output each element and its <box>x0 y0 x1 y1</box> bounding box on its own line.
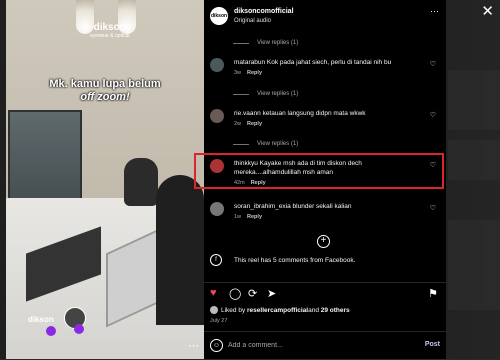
comment-body: blunder sekali kalian <box>292 203 352 210</box>
view-replies-label[interactable]: View replies (1) <box>257 40 298 46</box>
reel-video[interactable]: dikson eyewear & optical Mk. kamu lupa b… <box>6 0 204 359</box>
likes-prefix: Liked by <box>221 306 246 314</box>
facebook-comments-note: f This reel has 5 comments from Facebook. <box>210 254 355 266</box>
emoji-icon[interactable]: ☺ <box>210 339 223 352</box>
collab-badge-icon <box>74 324 84 334</box>
video-brand-bottom: dikson <box>28 315 54 324</box>
commenter-avatar[interactable] <box>210 58 224 72</box>
save-icon[interactable]: ⚑ <box>428 287 438 300</box>
view-replies-label[interactable]: View replies (1) <box>257 91 298 97</box>
audio-label[interactable]: Original audio <box>234 18 271 24</box>
reply-button[interactable]: Reply <box>247 121 262 127</box>
comment-text: rie.vaann ketauan langsung didpn mata wk… <box>234 109 424 118</box>
view-replies[interactable]: View replies (1) <box>233 141 298 147</box>
facebook-icon: f <box>210 254 222 266</box>
comment-meta: 3w Reply <box>234 70 262 76</box>
action-bar: ♥ ◯ ⟳ ➤ ⚑ <box>204 282 446 303</box>
like-icon[interactable]: ♥ <box>210 287 217 299</box>
close-icon[interactable]: ✕ <box>481 4 494 19</box>
load-more-comments-icon[interactable]: + <box>317 235 330 248</box>
brand-subtext: eyewear & optical <box>90 33 130 39</box>
reply-button[interactable]: Reply <box>247 214 262 220</box>
post-date: July 27 <box>210 318 228 324</box>
like-comment-icon[interactable]: ♡ <box>430 111 436 119</box>
highlight-box <box>194 153 444 189</box>
reply-button[interactable]: Reply <box>247 70 262 76</box>
repost-icon[interactable]: ⟳ <box>248 287 257 300</box>
post-comment-button[interactable]: Post <box>425 341 440 348</box>
comment-text: soran_ibrahim_exia blunder sekali kalian <box>234 202 424 211</box>
facebook-note-text: This reel has 5 comments from Facebook. <box>234 256 356 264</box>
caption-line: Mk. kamu lupa belum <box>49 78 161 90</box>
brand-text: dikson <box>93 22 126 33</box>
divider <box>233 143 249 145</box>
divider <box>233 93 249 95</box>
more-options-icon[interactable]: ⋯ <box>188 339 199 352</box>
comment-body: Kok pada jahat siech, perlu di tandai ni… <box>266 59 392 66</box>
post-more-icon[interactable]: ⋯ <box>430 6 440 17</box>
comment-text: matarabun Kok pada jahat siech, perlu di… <box>234 58 424 67</box>
view-replies-label[interactable]: View replies (1) <box>257 141 298 147</box>
post-header: dikson diksoncomofficial Original audio … <box>204 0 446 30</box>
likes-others[interactable]: 29 others <box>321 307 350 314</box>
comment-time: 2w <box>234 121 242 127</box>
likes-mid: and <box>308 306 319 314</box>
comment-meta: 2w Reply <box>234 121 262 127</box>
divider <box>233 42 249 44</box>
caption-line: off zoom! <box>80 91 130 103</box>
view-replies[interactable]: View replies (1) <box>233 91 298 97</box>
view-replies[interactable]: View replies (1) <box>233 40 298 46</box>
commenter-username[interactable]: rie.vaann <box>234 110 261 117</box>
commenter-avatar[interactable] <box>210 109 224 123</box>
comment-icon[interactable]: ◯ <box>229 287 241 300</box>
comment-meta: 1w Reply <box>234 214 262 220</box>
comment-body: ketauan langsung didpn mata wkwk <box>262 110 366 117</box>
video-person <box>124 158 158 206</box>
liker-username[interactable]: resellercampofficial <box>247 307 308 314</box>
like-comment-icon[interactable]: ♡ <box>430 204 436 212</box>
add-comment-bar: ☺ Post <box>204 331 446 360</box>
comment-time: 3w <box>234 70 242 76</box>
share-icon[interactable]: ➤ <box>267 287 276 300</box>
author-avatar[interactable]: dikson <box>210 7 228 25</box>
commenter-username[interactable]: soran_ibrahim_exia <box>234 203 291 210</box>
video-person <box>156 175 204 325</box>
liker-avatar[interactable] <box>210 306 218 314</box>
commenter-username[interactable]: matarabun <box>234 59 265 66</box>
add-comment-input[interactable] <box>228 339 398 352</box>
comment-time: 1w <box>234 214 242 220</box>
video-caption: Mk. kamu lupa belum off zoom! <box>30 78 180 104</box>
likes-summary: Liked by resellercampofficial and 29 oth… <box>210 306 350 314</box>
collab-badge-icon <box>46 326 56 336</box>
like-comment-icon[interactable]: ♡ <box>430 60 436 68</box>
commenter-avatar[interactable] <box>210 202 224 216</box>
video-brand-logo: dikson eyewear & optical <box>90 22 129 39</box>
author-username[interactable]: diksoncomofficial <box>234 8 294 15</box>
